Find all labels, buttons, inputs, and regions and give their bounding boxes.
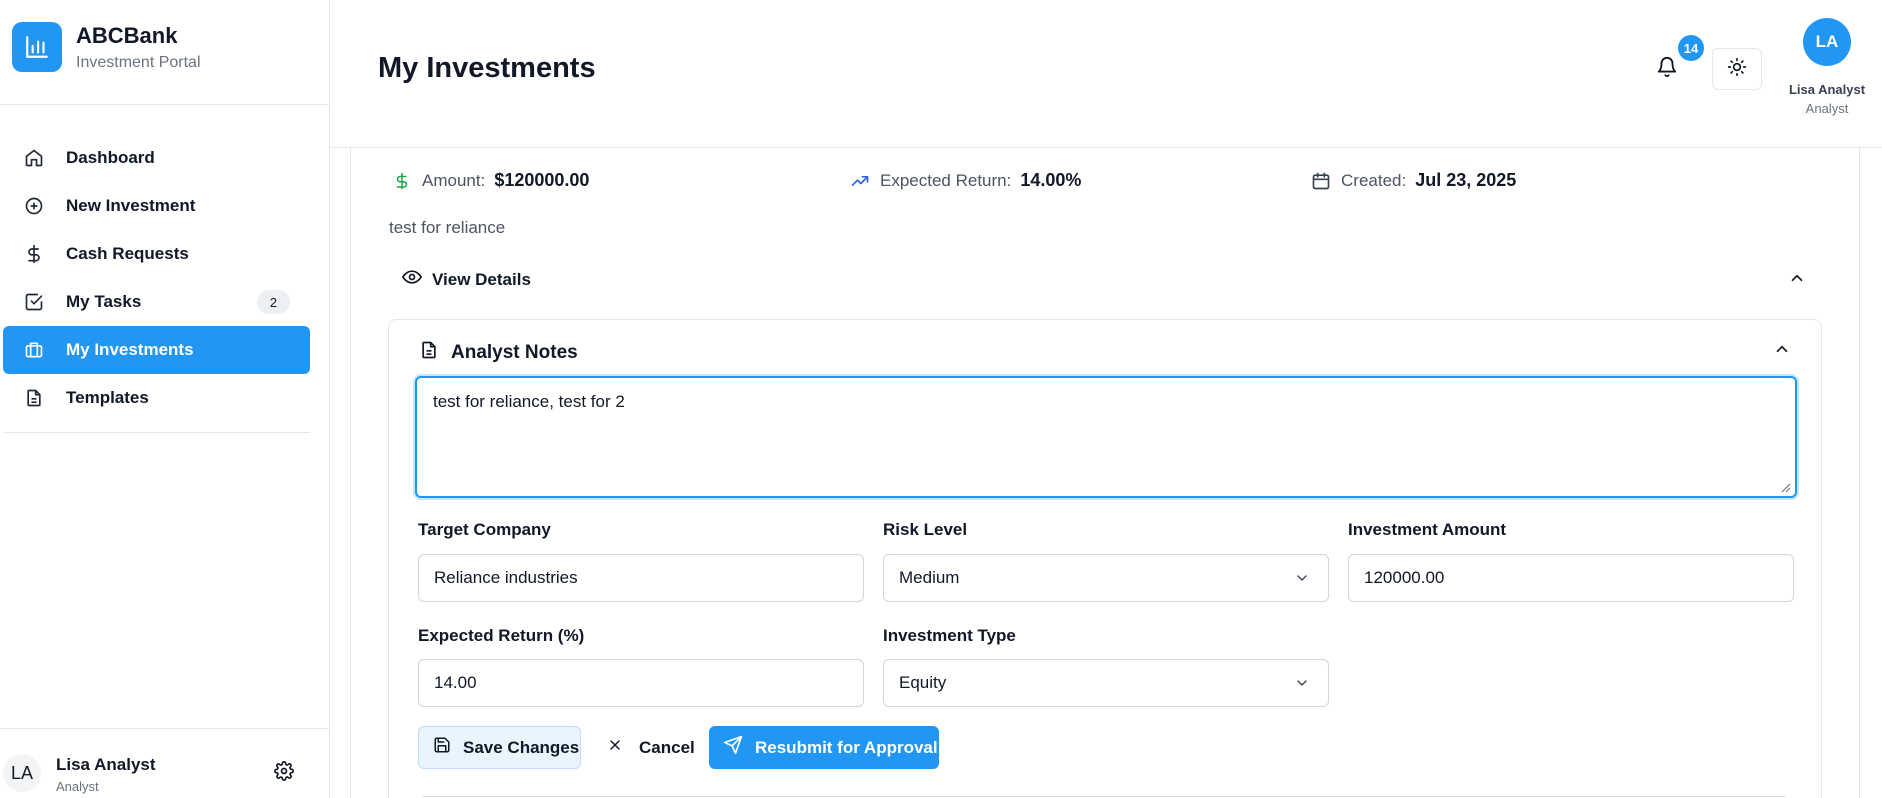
resubmit-label: Resubmit for Approval xyxy=(755,737,938,757)
brand-subtitle: Investment Portal xyxy=(76,54,201,71)
user-name: Lisa Analyst xyxy=(1788,82,1866,97)
created-meta: Created: Jul 23, 2025 xyxy=(1311,170,1516,191)
gear-icon[interactable] xyxy=(274,761,298,785)
briefcase-icon xyxy=(23,339,45,361)
investment-type-value: Equity xyxy=(899,673,947,692)
expected-return-input[interactable]: 14.00 xyxy=(418,659,864,707)
amount-meta: Amount: $120000.00 xyxy=(392,170,589,191)
target-company-value: Reliance industries xyxy=(434,568,578,587)
investment-amount-value: 120000.00 xyxy=(1364,568,1445,587)
sidebar-item-cash-requests[interactable]: Cash Requests xyxy=(3,230,310,278)
trending-up-icon xyxy=(850,171,870,191)
created-value: Jul 23, 2025 xyxy=(1415,170,1517,190)
target-company-label: Target Company xyxy=(418,520,551,539)
expected-return-value: 14.00% xyxy=(1020,170,1082,190)
resize-grip-icon[interactable] xyxy=(1779,480,1791,493)
investment-type-label: Investment Type xyxy=(883,626,1016,645)
sidebar-footer: LA Lisa Analyst Analyst xyxy=(0,728,330,798)
top-header: My Investments 14 LA Lisa Analyst Analys… xyxy=(330,0,1882,148)
cancel-label: Cancel xyxy=(639,737,695,757)
brand[interactable]: ABCBank Investment Portal xyxy=(12,22,201,72)
avatar[interactable]: LA xyxy=(1803,18,1851,66)
expected-return-label: Expected Return: xyxy=(880,170,1012,190)
user-name: Lisa Analyst xyxy=(56,755,156,774)
expected-return-meta: Expected Return: 14.00% xyxy=(850,170,1081,191)
analyst-notes-header[interactable]: Analyst Notes xyxy=(419,340,578,365)
plus-circle-icon xyxy=(23,195,45,217)
save-icon xyxy=(433,736,451,759)
calendar-icon xyxy=(1311,171,1331,191)
investment-amount-input[interactable]: 120000.00 xyxy=(1348,554,1794,602)
notification-badge: 14 xyxy=(1678,35,1704,61)
sun-icon xyxy=(1727,57,1747,82)
investment-amount-label: Investment Amount xyxy=(1348,520,1507,539)
sidebar-divider xyxy=(3,432,310,433)
expected-return-field-value: 14.00 xyxy=(434,673,477,692)
task-count-badge: 2 xyxy=(257,290,290,314)
amount-label: Amount: xyxy=(422,170,486,190)
check-square-icon xyxy=(23,291,45,313)
amount-value: $120000.00 xyxy=(494,170,590,190)
sidebar-item-dashboard[interactable]: Dashboard xyxy=(3,134,310,182)
save-changes-label: Save Changes xyxy=(463,737,580,757)
analyst-notes-title: Analyst Notes xyxy=(451,341,578,363)
sidebar-item-my-investments[interactable]: My Investments xyxy=(3,326,310,374)
sidebar-item-new-investment[interactable]: New Investment xyxy=(3,182,310,230)
resubmit-for-approval-button[interactable]: Resubmit for Approval xyxy=(709,726,939,769)
sidebar-item-my-tasks[interactable]: My Tasks 2 xyxy=(3,278,310,326)
dollar-icon xyxy=(23,243,45,265)
risk-level-select[interactable]: Medium xyxy=(883,554,1329,602)
send-icon xyxy=(723,735,743,760)
created-label: Created: xyxy=(1341,170,1407,190)
chevron-down-icon xyxy=(1294,570,1310,586)
theme-toggle-button[interactable] xyxy=(1712,48,1762,90)
chevron-down-icon xyxy=(1294,675,1310,691)
brand-name: ABCBank xyxy=(76,23,178,48)
view-details-label: View Details xyxy=(432,269,531,289)
analyst-notes-textarea[interactable]: test for reliance, test for 2 xyxy=(415,376,1797,498)
investment-type-select[interactable]: Equity xyxy=(883,659,1329,707)
bell-icon[interactable] xyxy=(1656,56,1684,84)
eye-icon xyxy=(401,267,423,292)
investment-description: test for reliance xyxy=(389,218,506,237)
document-icon xyxy=(23,387,45,409)
avatar[interactable]: LA xyxy=(3,754,41,792)
close-icon xyxy=(607,737,623,758)
section-divider xyxy=(423,796,1785,797)
sidebar-item-label: Dashboard xyxy=(66,148,155,167)
user-role: Analyst xyxy=(56,779,99,794)
page-title: My Investments xyxy=(378,52,596,84)
chevron-up-icon[interactable] xyxy=(1773,340,1793,360)
dollar-icon xyxy=(392,171,412,191)
save-changes-button[interactable]: Save Changes xyxy=(418,726,581,769)
cancel-button[interactable]: Cancel xyxy=(601,726,695,769)
document-icon xyxy=(419,340,439,365)
chevron-up-icon[interactable] xyxy=(1788,269,1808,289)
risk-level-label: Risk Level xyxy=(883,520,968,539)
home-icon xyxy=(23,147,45,169)
risk-level-value: Medium xyxy=(899,568,960,587)
user-role: Analyst xyxy=(1805,101,1849,116)
view-details-toggle[interactable]: View Details xyxy=(401,267,531,292)
sidebar-item-label: Cash Requests xyxy=(66,244,189,263)
sidebar-item-label: My Investments xyxy=(66,340,194,359)
sidebar: ABCBank Investment Portal Dashboard New … xyxy=(0,0,330,798)
bar-chart-icon xyxy=(12,22,62,72)
analyst-notes-card: Analyst Notes test for reliance, test fo… xyxy=(388,319,1822,798)
sidebar-divider xyxy=(0,104,330,105)
sidebar-item-label: My Tasks xyxy=(66,292,142,311)
expected-return-field-label: Expected Return (%) xyxy=(418,626,585,645)
sidebar-nav: Dashboard New Investment Cash Requests M… xyxy=(3,134,310,422)
sidebar-item-label: Templates xyxy=(66,388,149,407)
sidebar-item-templates[interactable]: Templates xyxy=(3,374,310,422)
sidebar-item-label: New Investment xyxy=(66,196,196,215)
target-company-input[interactable]: Reliance industries xyxy=(418,554,864,602)
